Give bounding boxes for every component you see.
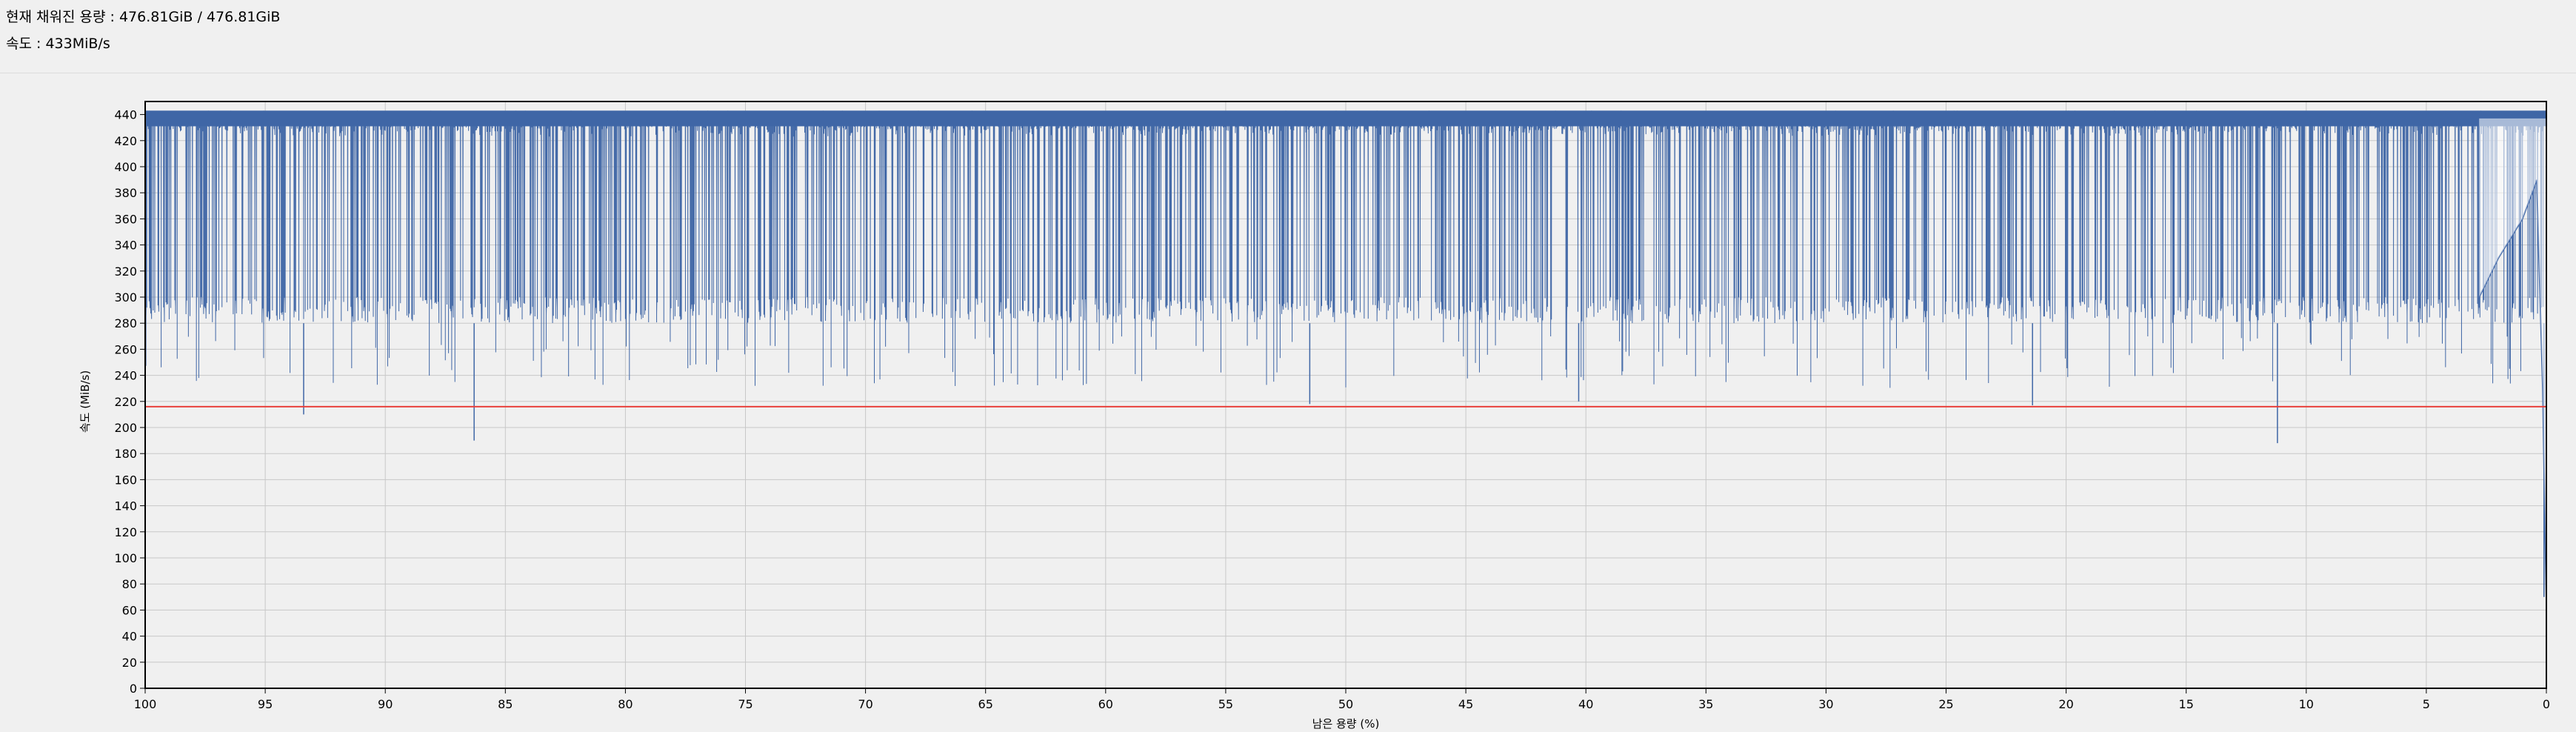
y-tick-label: 220	[114, 395, 137, 409]
y-tick-label: 260	[114, 342, 137, 356]
x-tick-label: 100	[134, 697, 157, 711]
y-tick-label: 160	[114, 473, 137, 487]
speed-chart: 0204060801001201401601802002202402602803…	[79, 101, 2550, 731]
speed-series-top-band	[145, 110, 2546, 127]
x-tick-label: 0	[2543, 697, 2550, 711]
x-tick-label: 45	[1458, 697, 1473, 711]
y-tick-label: 120	[114, 525, 137, 539]
x-tick-label: 75	[738, 697, 753, 711]
x-axis-ticks: 100 95 90 85 80 75 70 65 60 55 50 45 40 35 30 25 20 15 10 5…	[134, 688, 2550, 711]
y-tick-label: 360	[114, 212, 137, 226]
y-axis-ticks: 0 20 40 60 80 100 120 140 160 180 200 220 240 260 280 3…	[114, 108, 145, 696]
y-tick-label: 400	[114, 160, 137, 174]
x-tick-label: 95	[258, 697, 273, 711]
x-tick-label: 65	[978, 697, 993, 711]
x-tick-label: 90	[378, 697, 393, 711]
y-tick-label: 80	[122, 577, 137, 591]
x-tick-label: 20	[2058, 697, 2073, 711]
y-tick-label: 320	[114, 264, 137, 279]
y-tick-label: 420	[114, 134, 137, 148]
x-tick-label: 35	[1698, 697, 1713, 711]
x-tick-label: 55	[1218, 697, 1233, 711]
x-tick-label: 50	[1338, 697, 1353, 711]
x-axis-title: 남은 용량 (%)	[1312, 717, 1380, 731]
y-tick-label: 100	[114, 551, 137, 565]
y-tick-label: 340	[114, 239, 137, 253]
x-tick-label: 85	[498, 697, 513, 711]
y-tick-label: 60	[122, 603, 137, 617]
y-tick-label: 240	[114, 369, 137, 383]
y-tick-label: 40	[122, 630, 137, 644]
x-tick-label: 40	[1578, 697, 1593, 711]
y-tick-label: 280	[114, 316, 137, 330]
y-tick-label: 180	[114, 447, 137, 461]
x-tick-label: 80	[618, 697, 633, 711]
x-tick-label: 15	[2179, 697, 2194, 711]
x-tick-label: 30	[1818, 697, 1833, 711]
y-axis-title: 속도 (MiB/s)	[79, 370, 92, 433]
y-tick-label: 380	[114, 186, 137, 200]
x-tick-label: 70	[858, 697, 872, 711]
y-tick-label: 20	[122, 656, 137, 670]
x-tick-label: 10	[2299, 697, 2314, 711]
x-tick-label: 25	[1938, 697, 1953, 711]
x-tick-label: 60	[1098, 697, 1113, 711]
y-tick-label: 200	[114, 421, 137, 435]
y-tick-label: 0	[130, 682, 137, 696]
y-tick-label: 440	[114, 108, 137, 122]
x-tick-label: 5	[2423, 697, 2430, 711]
y-tick-label: 300	[114, 290, 137, 305]
y-tick-label: 140	[114, 499, 137, 513]
